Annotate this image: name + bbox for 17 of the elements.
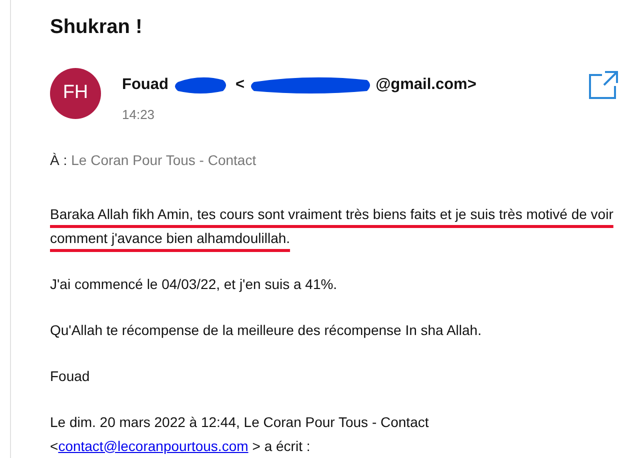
- body-paragraph: Baraka Allah fikh Amin, tes cours sont vraiment très biens faits et je suis très motivé de voir comment j'avance bien alhamdoulillah.: [50, 204, 614, 248]
- quote-suffix: > a écrit :: [252, 436, 310, 456]
- email-subject: Shukran !: [50, 15, 144, 40]
- body-paragraph: J'ai commencé le 04/03/22, et j'en suis a 41%.: [50, 274, 338, 294]
- link-bracket: <: [50, 436, 58, 456]
- address-bracket: <: [236, 75, 245, 96]
- sender-avatar: FH: [50, 68, 101, 119]
- body-paragraph: Fouad: [50, 366, 91, 386]
- sender-email: @gmail.com>: [376, 75, 476, 96]
- email-link[interactable]: contact@lecoranpourtous.com: [58, 434, 248, 458]
- received-time: 14:23: [122, 106, 156, 124]
- pop-out-icon[interactable]: [588, 71, 618, 99]
- recipient-label: À :: [50, 150, 68, 170]
- quote-header: Le dim. 20 mars 2022 à 12:44, Le Coran Pour Tous - Contact: [50, 412, 430, 432]
- recipient-name: Le Coran Pour Tous - Contact: [71, 150, 256, 170]
- sender-name: Fouad: [122, 75, 168, 96]
- body-paragraph: Qu'Allah te récompense de la meilleure des récompense In sha Allah.: [50, 320, 482, 340]
